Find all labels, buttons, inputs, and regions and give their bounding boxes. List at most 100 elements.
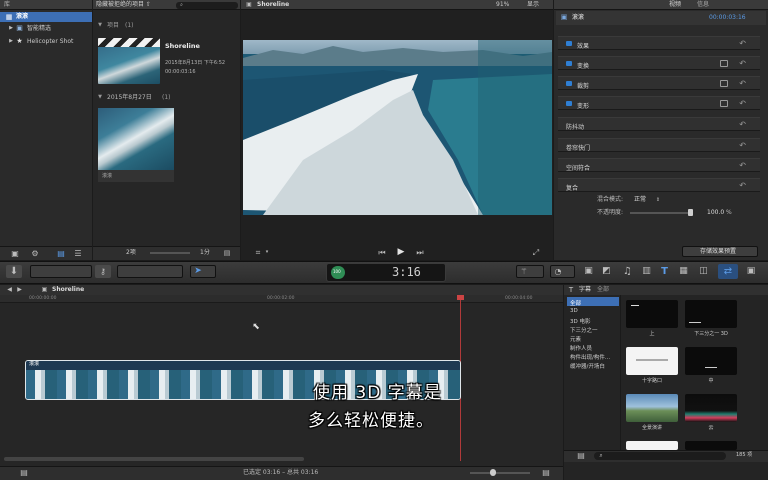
browser-search-field[interactable] — [176, 2, 238, 9]
timecode-value: 3:16 — [392, 265, 421, 279]
timeline-playhead-handle[interactable] — [457, 295, 464, 300]
effects-icon[interactable]: ▣ — [744, 265, 758, 278]
titles-search-field[interactable] — [594, 452, 726, 460]
toolbar-button-group-left[interactable] — [30, 265, 92, 278]
music-icon[interactable]: ♫ — [621, 265, 634, 278]
timeline-zoom-slider[interactable] — [470, 472, 530, 474]
play-icon[interactable]: ▶ — [396, 247, 406, 257]
clip-thumbnail[interactable] — [98, 108, 174, 170]
reset-icon: ↶ — [739, 79, 746, 88]
titles-category-elements[interactable]: 元素 — [567, 333, 619, 343]
reset-icon: ↶ — [739, 59, 746, 68]
previous-frame-icon[interactable]: ⏮ — [377, 248, 387, 257]
title-tile-white[interactable] — [626, 441, 678, 450]
title-tile-caption: 云 — [708, 425, 714, 431]
clip-appearance-icon[interactable]: ▤ — [222, 249, 232, 258]
camera-icon[interactable]: ▣ — [582, 265, 595, 278]
ruler-time-end: 00:00:04:00 — [505, 296, 533, 301]
gear-icon[interactable]: ⚙ — [30, 249, 40, 258]
browser-filter-label[interactable]: 隐藏被拒绝的项目 ⇧ — [96, 2, 151, 8]
titles-category-build-in-out[interactable]: 构件出现/构件... — [567, 351, 619, 361]
opacity-slider-knob[interactable] — [688, 209, 693, 216]
disclosure-down-icon[interactable]: ▼ — [97, 94, 103, 100]
inspector-row-effects[interactable]: 效果 ↶ — [558, 36, 760, 50]
titles-category-credits[interactable]: 制作人员 — [567, 342, 619, 352]
next-frame-icon[interactable]: ⏭ — [415, 248, 425, 257]
toggle-library-icon[interactable]: ▣ — [10, 249, 20, 258]
disclosure-down-icon[interactable]: ▼ — [97, 22, 103, 28]
photo-icon[interactable]: ◩ — [600, 265, 613, 278]
title-tile-crossroads[interactable] — [626, 347, 678, 375]
chevron-updown-icon[interactable]: ⇕ — [655, 196, 661, 204]
project-icon: ▣ — [246, 1, 252, 8]
library-item-smart-collections[interactable]: 智能精选 — [27, 26, 51, 32]
timeline-project-title: Shoreline — [52, 286, 85, 293]
title-tile-caption: 上 — [649, 331, 655, 337]
inspector-row-spatial-conform[interactable]: 空间符合 ↶ — [558, 158, 760, 172]
titles-category-3d-cinematic[interactable]: 3D 电影 — [567, 315, 619, 325]
inspector-tab-video[interactable]: 视频 — [669, 2, 681, 8]
titles-icon[interactable]: T — [658, 265, 671, 278]
titles-category-lower-thirds[interactable]: 下三分之一 — [567, 324, 619, 334]
browser-section-date: 2015年8月27日 — [107, 94, 152, 101]
viewer-zoom[interactable]: 91% — [496, 2, 509, 8]
timeline-scrollbar[interactable] — [4, 457, 304, 461]
titles-sidebar-toggle-icon[interactable]: ▤ — [576, 451, 586, 461]
event-star-icon: ★ — [16, 36, 23, 45]
import-icon[interactable]: ⬇ — [6, 265, 22, 278]
clip-appearance-icon[interactable]: ▤ — [540, 468, 552, 478]
project-thumbnail[interactable] — [98, 38, 160, 84]
edit-buttons-group[interactable] — [117, 265, 183, 278]
list-view-icon[interactable]: ☰ — [73, 249, 83, 258]
keyword-icon[interactable]: ⚷ — [95, 265, 111, 278]
inspector-row-transform[interactable]: 变换 ↶ — [558, 56, 760, 70]
back-arrow-icon[interactable]: ◀ — [6, 286, 13, 294]
title-tile-cloud[interactable] — [685, 394, 737, 422]
disclosure-triangle-icon[interactable]: ▶ — [8, 25, 14, 31]
title-tile-above[interactable] — [626, 300, 678, 328]
library-item-label: 滚滚 — [16, 13, 29, 20]
chevron-down-icon[interactable]: ▾ — [264, 249, 270, 256]
generators-icon[interactable]: ▦ — [677, 265, 690, 278]
title-tile-black[interactable] — [685, 441, 737, 450]
titles-category-all[interactable]: 全部 — [567, 297, 619, 307]
transform-menu-icon[interactable]: ⌗ — [253, 248, 263, 257]
title-tile-centered[interactable] — [685, 347, 737, 375]
browser-zoom-slider[interactable] — [150, 252, 190, 254]
timecode-rate-label: 100 — [333, 269, 341, 274]
title-tile-caption: 十字路口 — [641, 378, 662, 384]
disclosure-triangle-icon[interactable]: ▶ — [8, 38, 14, 44]
inspector-row-compositing[interactable]: 复合 ↶ — [558, 178, 760, 192]
inspector-tab-info[interactable]: 信息 — [697, 2, 709, 8]
inspector-row-crop[interactable]: 裁剪 ↶ — [558, 76, 760, 90]
film-icon[interactable]: ▥ — [640, 265, 653, 278]
inspector-row-rolling-shutter[interactable]: 卷帘快门 ↶ — [558, 138, 760, 152]
viewer-display-menu[interactable]: 显示 — [527, 2, 539, 8]
title-tile-panorama[interactable] — [626, 394, 678, 422]
titles-category-bumper-opener[interactable]: 缓冲器/开场白 — [567, 360, 619, 370]
inspector-row-stabilization[interactable]: 防抖动 ↶ — [558, 117, 760, 131]
timeline-index-icon[interactable]: ▤ — [18, 468, 30, 478]
filmstrip-view-icon[interactable]: ▤ — [56, 249, 66, 258]
titles-category-3d[interactable]: 3D — [567, 306, 619, 315]
titles-browser-title: 字幕 — [579, 286, 592, 293]
clip-thumbnail-label: 滚滚 — [102, 173, 113, 179]
library-item-selected[interactable] — [0, 12, 92, 22]
transitions-icon[interactable]: ⇄ — [718, 264, 738, 279]
forward-arrow-icon[interactable]: ▶ — [16, 286, 23, 294]
browser-section-projects: 项目 — [107, 22, 120, 29]
themes-icon[interactable]: ◫ — [697, 265, 710, 278]
blend-mode-popup[interactable]: 正常 — [634, 197, 646, 203]
timeline-zoom-knob[interactable] — [490, 469, 496, 476]
library-item-event[interactable]: Helicopter Shot — [27, 39, 73, 45]
fullscreen-icon[interactable]: ⤢ — [531, 248, 541, 257]
title-tile-lower-third-3d[interactable] — [685, 300, 737, 328]
viewer-video-frame — [243, 40, 552, 215]
distort-onscreen-icon — [720, 100, 728, 107]
project-name[interactable]: Shoreline — [165, 43, 200, 50]
library-icon: ▦ — [5, 12, 13, 21]
timeline-clip-label: 滚滚 — [29, 361, 40, 367]
opacity-value[interactable]: 100.0 — [707, 210, 724, 216]
opacity-slider[interactable] — [630, 212, 690, 214]
inspector-row-distort[interactable]: 变形 ↶ — [558, 96, 760, 110]
